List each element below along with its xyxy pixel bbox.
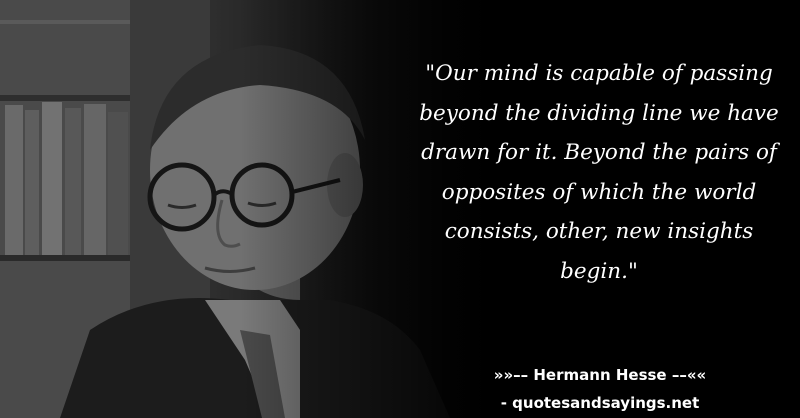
author-line: »»–– Hermann Hesse ––«« (493, 366, 707, 384)
source-line: - quotesandsayings.net (500, 394, 700, 412)
quote-text: "Our mind is capable of passing beyond t… (419, 61, 779, 284)
quote-card: "Our mind is capable of passing beyond t… (0, 0, 800, 418)
